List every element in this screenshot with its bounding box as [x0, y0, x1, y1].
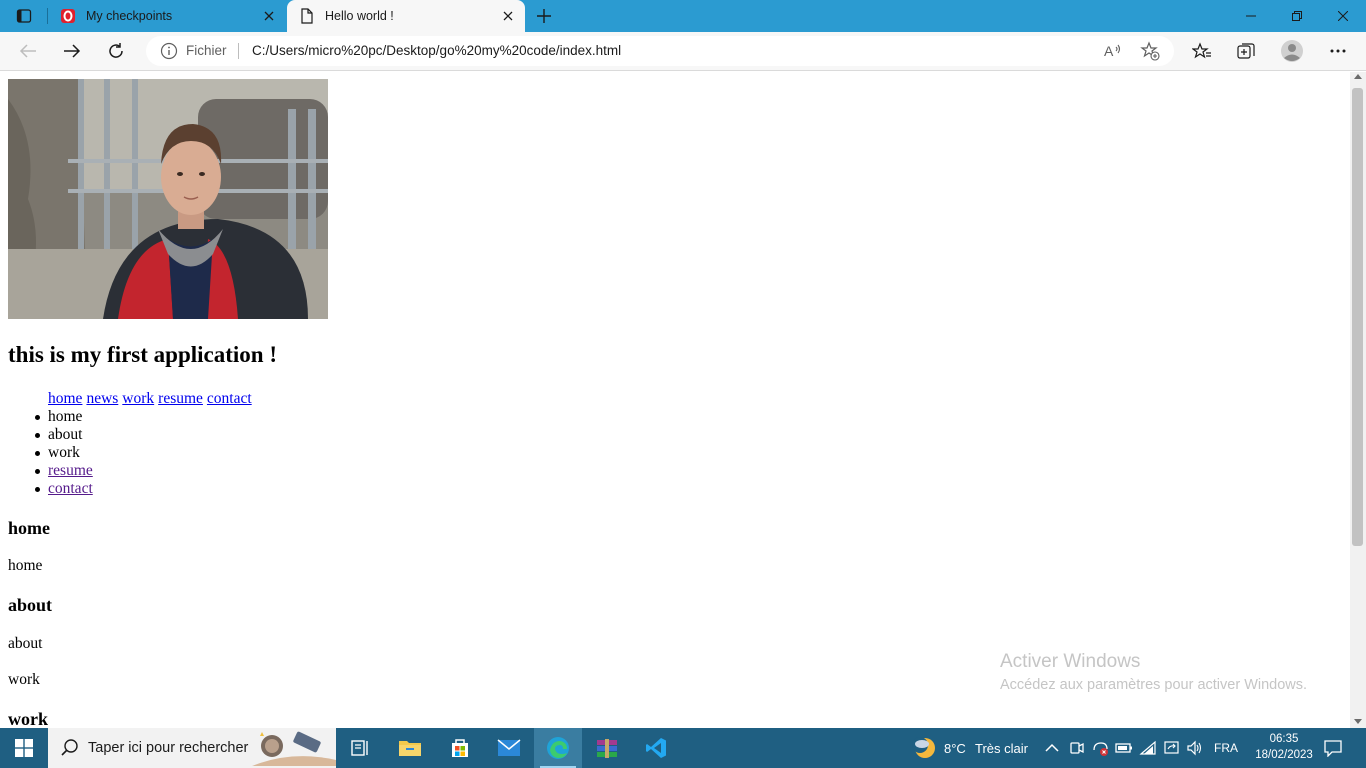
language-indicator[interactable]: FRA [1214, 728, 1238, 768]
tab-hello-world[interactable]: Hello world ! [287, 0, 525, 32]
tab-my-checkpoints[interactable]: My checkpoints [48, 0, 286, 32]
info-icon[interactable] [160, 42, 178, 60]
list-item-text: about [48, 426, 83, 443]
search-highlight-illustration-icon [252, 730, 336, 766]
weather-moon-icon [912, 737, 935, 758]
file-favicon-icon [299, 8, 315, 24]
notifications-icon[interactable] [1323, 739, 1343, 757]
watermark-subtitle: Accédez aux paramètres pour activer Wind… [1000, 677, 1308, 693]
page-scrollbar[interactable] [1350, 72, 1366, 728]
section-heading-about: about [8, 595, 53, 615]
scroll-down-icon[interactable] [1354, 719, 1362, 724]
tab-actions-icon[interactable] [8, 4, 40, 28]
network-disconnected-icon[interactable] [1092, 740, 1110, 756]
collections-icon[interactable] [1230, 36, 1262, 66]
back-icon[interactable] [12, 36, 44, 66]
list-item: resume [35, 462, 93, 480]
nav-link-home[interactable]: home [48, 390, 82, 407]
list-item-text: work [48, 444, 80, 461]
file-explorer-icon[interactable] [386, 728, 434, 768]
more-options-icon[interactable] [1322, 36, 1354, 66]
profile-avatar-icon[interactable] [1276, 36, 1308, 66]
close-tab-icon[interactable] [495, 3, 521, 29]
show-hidden-icons-icon[interactable] [1043, 740, 1061, 756]
url-text[interactable]: C:/Users/micro%20pc/Desktop/go%20my%20co… [252, 43, 621, 58]
profile-photo [8, 79, 328, 319]
windows-start-icon[interactable] [0, 728, 48, 768]
scroll-up-icon[interactable] [1354, 74, 1362, 79]
winrar-icon[interactable] [583, 728, 631, 768]
address-bar[interactable]: Fichier C:/Users/micro%20pc/Desktop/go%2… [146, 36, 1174, 66]
page-title: this is my first application ! [8, 342, 277, 367]
restore-icon[interactable] [1274, 0, 1320, 32]
list-item: about [35, 426, 93, 444]
minimize-icon[interactable] [1228, 0, 1274, 32]
list-item: home [35, 408, 93, 426]
section-text-about: about [8, 635, 43, 652]
nav-link-resume[interactable]: resume [158, 390, 203, 407]
clock-time: 06:35 [1269, 733, 1299, 745]
tab-title: Hello world ! [325, 9, 394, 23]
svg-text:A: A [1104, 43, 1114, 59]
task-view-icon[interactable] [336, 728, 384, 768]
vscode-icon[interactable] [632, 728, 680, 768]
list-link-resume[interactable]: resume [48, 462, 93, 479]
close-tab-icon[interactable] [256, 3, 282, 29]
scheme-label: Fichier [186, 43, 227, 58]
watermark-title: Activer Windows [1000, 651, 1141, 672]
add-favorite-icon[interactable] [1140, 41, 1160, 61]
activate-windows-watermark: Activer Windows Accédez aux paramètres p… [1000, 651, 1307, 693]
tab-title: My checkpoints [86, 9, 173, 23]
section-heading-work: work [8, 709, 48, 728]
section-heading-home: home [8, 518, 50, 538]
browser-toolbar: Fichier C:/Users/micro%20pc/Desktop/go%2… [0, 32, 1366, 71]
read-aloud-icon[interactable]: A [1104, 42, 1124, 60]
address-divider [238, 43, 239, 59]
new-tab-icon[interactable] [531, 3, 557, 29]
nav-link-work[interactable]: work [122, 390, 154, 407]
weather-temperature[interactable]: 8°C [944, 728, 966, 768]
search-icon [61, 739, 78, 756]
refresh-icon[interactable] [100, 36, 132, 66]
list-item: contact [35, 480, 93, 498]
edge-icon[interactable] [534, 728, 582, 768]
scroll-thumb[interactable] [1352, 88, 1363, 546]
clock-date: 18/02/2023 [1255, 749, 1313, 761]
list-link-contact[interactable]: contact [48, 480, 93, 497]
favorites-icon[interactable] [1186, 36, 1218, 66]
nav-link-news[interactable]: news [86, 390, 118, 407]
microsoft-store-icon[interactable] [436, 728, 484, 768]
opera-favicon-icon [60, 8, 76, 24]
search-placeholder: Taper ici pour rechercher [88, 740, 249, 756]
meet-now-icon[interactable] [1068, 740, 1086, 756]
page-viewport: this is my first application ! home news w… [0, 72, 1350, 728]
battery-icon[interactable] [1115, 740, 1133, 756]
wifi-icon[interactable] [1139, 740, 1157, 756]
taskbar-search-box[interactable]: Taper ici pour rechercher [48, 728, 336, 768]
volume-icon[interactable] [1186, 740, 1204, 756]
forward-icon[interactable] [56, 36, 88, 66]
title-bar: My checkpoints Hello world ! [0, 0, 1366, 32]
nav-link-contact[interactable]: contact [207, 390, 252, 407]
section-text-home: home [8, 557, 43, 574]
weather-condition[interactable]: Très clair [975, 728, 1028, 768]
clock[interactable]: 06:35 18/02/2023 [1250, 731, 1318, 763]
section-text-work: work [8, 671, 40, 688]
nav-links: home news work resume contact [48, 390, 256, 408]
list-item: work [35, 444, 93, 462]
close-window-icon[interactable] [1320, 0, 1366, 32]
list-item-text: home [48, 408, 83, 425]
mail-icon[interactable] [485, 728, 533, 768]
taskbar: Taper ici pour rechercher 8°C Très clair [0, 728, 1366, 768]
updates-icon[interactable] [1163, 740, 1181, 756]
bullet-list: home about work resume contact [35, 408, 93, 498]
